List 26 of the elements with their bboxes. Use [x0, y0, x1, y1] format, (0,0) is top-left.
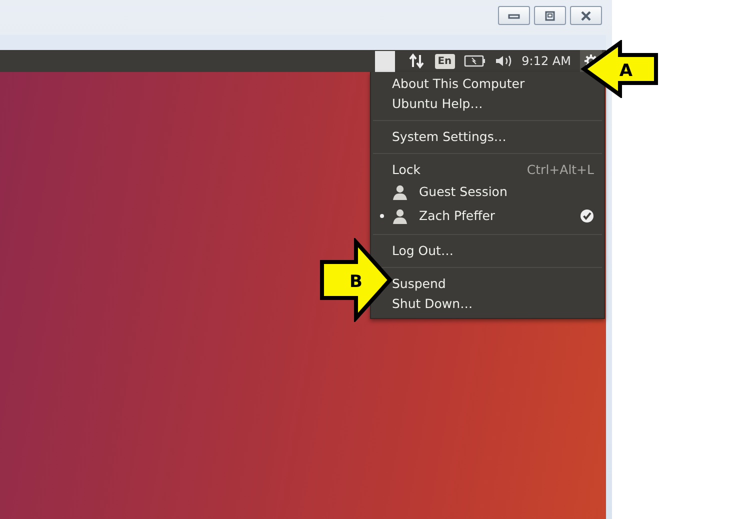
battery-icon[interactable] — [464, 55, 486, 67]
minimize-icon — [508, 12, 520, 20]
keyboard-layout-indicator[interactable]: En — [434, 54, 455, 68]
callout-arrow: B — [318, 238, 394, 322]
callout-arrow: A — [580, 40, 660, 98]
minimize-button[interactable] — [498, 6, 530, 25]
menu-item-label: Zach Pfeffer — [419, 207, 496, 225]
menu-item[interactable]: About This Computer — [392, 74, 525, 94]
menu-item[interactable]: Shut Down… — [392, 294, 473, 314]
indicator-square-icon[interactable] — [374, 50, 395, 72]
close-icon — [580, 10, 592, 20]
network-arrows-icon[interactable] — [408, 53, 426, 69]
maximize-button[interactable] — [534, 6, 566, 25]
menu-item[interactable]: Ubuntu Help… — [392, 94, 483, 114]
menu-item-label[interactable]: Lock — [392, 160, 421, 180]
shortcut-text: Ctrl+Alt+L — [526, 161, 594, 179]
menu-item[interactable]: Suspend — [392, 274, 446, 294]
menu-item[interactable]: System Settings… — [392, 127, 506, 147]
speaker-icon[interactable] — [494, 54, 513, 68]
close-button[interactable] — [570, 6, 602, 25]
maximize-icon — [544, 10, 556, 20]
person-icon — [392, 208, 408, 224]
clock[interactable]: 9:12 AM — [522, 54, 571, 68]
menu-item-label: Guest Session — [419, 183, 508, 201]
menu-item[interactable]: Log Out… — [392, 241, 454, 261]
person-icon — [392, 184, 408, 200]
